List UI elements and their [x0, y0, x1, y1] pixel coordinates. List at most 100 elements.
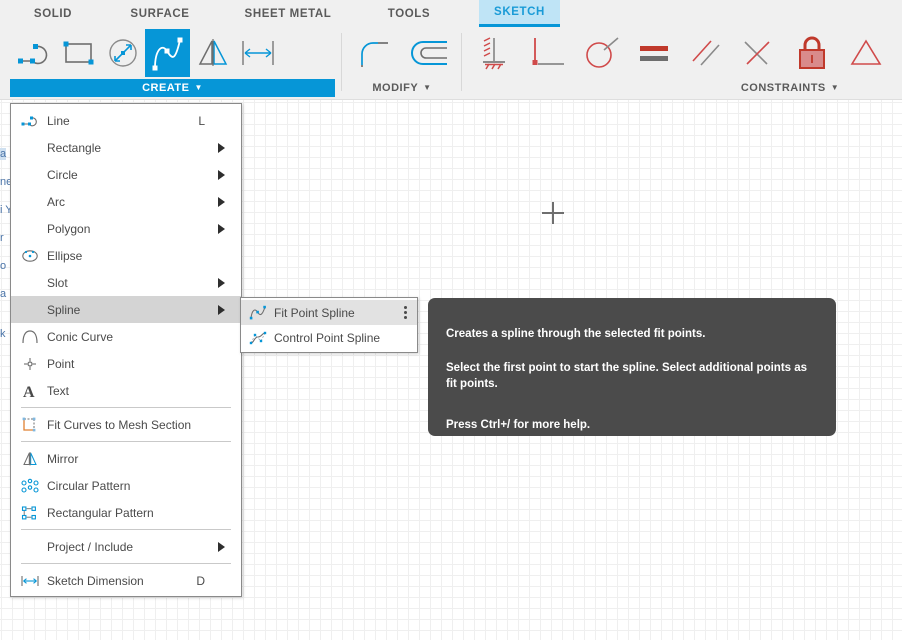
menu-item-rectangle[interactable]: Rectangle: [11, 134, 241, 161]
tab-solid[interactable]: SOLID: [12, 0, 94, 27]
submenu-arrow-icon: [218, 196, 225, 207]
spline-submenu[interactable]: Fit Point Spline Control Point Spline: [240, 297, 418, 353]
menu-item-label: Conic Curve: [47, 329, 114, 344]
fix-unfix-constraint-icon: [799, 36, 825, 69]
menu-item-ellipse[interactable]: Ellipse: [11, 242, 241, 269]
submenu-arrow-icon: [218, 142, 225, 153]
panel-divider-1: [341, 33, 342, 91]
mirror-icon: [19, 448, 41, 470]
tab-sheet-metal[interactable]: SHEET METAL: [224, 0, 352, 27]
ribbon-panels: CREATE ▼ MODIFY ▼ CONSTRAINTS ▼: [0, 27, 902, 100]
submenu-item-label: Fit Point Spline: [274, 305, 355, 320]
tab-surface-label: SURFACE: [130, 7, 190, 20]
constraint-tangent-icon-button[interactable]: [576, 29, 628, 77]
tab-tools-label: TOOLS: [387, 7, 431, 20]
menu-separator: [21, 529, 231, 530]
menu-item-text[interactable]: A Text: [11, 377, 241, 404]
panel-constraints: CONSTRAINTS ▼: [468, 27, 893, 100]
modify-fillet-icon-button[interactable]: [348, 29, 400, 77]
submenu-arrow-icon: [218, 169, 225, 180]
panel-divider-2: [461, 33, 462, 91]
fit-point-spline-icon: [247, 302, 269, 324]
no-icon: [19, 218, 41, 240]
menu-item-spline[interactable]: Spline: [11, 296, 241, 323]
create-sketch-dimension-icon-button[interactable]: [235, 29, 280, 77]
menu-item-label: Slot: [47, 275, 68, 290]
create-line-icon-button[interactable]: [10, 29, 55, 77]
svg-text:A: A: [23, 384, 35, 399]
conic-curve-icon: [19, 326, 41, 348]
menu-item-label: Rectangle: [47, 140, 102, 155]
menu-item-rectangular-pattern[interactable]: Rectangular Pattern: [11, 499, 241, 526]
constraint-fix-icon-button[interactable]: [468, 29, 520, 77]
menu-item-shortcut: L: [198, 113, 205, 128]
menu-separator: [21, 563, 231, 564]
background-text-sliver: a: [0, 288, 7, 300]
constraint-parallel-icon-button[interactable]: [680, 29, 732, 77]
menu-item-mirror[interactable]: Mirror: [11, 445, 241, 472]
background-text-sliver: a: [0, 148, 7, 160]
menu-item-label: Rectangular Pattern: [47, 505, 154, 520]
panel-constraints-label[interactable]: CONSTRAINTS ▼: [724, 79, 856, 97]
line-icon: [19, 110, 41, 132]
menu-item-project-include[interactable]: Project / Include: [11, 533, 241, 560]
overflow-menu-icon[interactable]: [404, 306, 407, 319]
no-icon: [19, 191, 41, 213]
menu-item-circle[interactable]: Circle: [11, 161, 241, 188]
menu-item-circular-pattern[interactable]: Circular Pattern: [11, 472, 241, 499]
equal-constraint-icon: [640, 46, 668, 61]
submenu-item-fit-point-spline[interactable]: Fit Point Spline: [241, 300, 417, 325]
fix-constraint-icon: [483, 37, 505, 70]
rectangle-icon: [63, 41, 93, 65]
menu-item-sketch-dimension[interactable]: Sketch Dimension D: [11, 567, 241, 594]
circle-icon: [108, 39, 137, 67]
menu-item-label: Circular Pattern: [47, 478, 131, 493]
constraint-fix-unfix-icon-button[interactable]: [784, 29, 840, 77]
menu-item-slot[interactable]: Slot: [11, 269, 241, 296]
tooltip-line-1: Creates a spline through the selected fi…: [446, 328, 706, 340]
tab-sketch[interactable]: SKETCH: [479, 0, 560, 27]
panel-create-text: CREATE: [142, 82, 190, 94]
tooltip-line-2: Select the first point to start the spli…: [446, 361, 808, 391]
menu-item-label: Spline: [47, 302, 81, 317]
constraint-symmetry-icon-button[interactable]: [840, 29, 892, 77]
panel-modify: MODIFY ▼: [348, 27, 456, 100]
mirror-icon: [198, 39, 227, 66]
menu-item-arc[interactable]: Arc: [11, 188, 241, 215]
tab-tools[interactable]: TOOLS: [366, 0, 452, 27]
menu-item-label: Point: [47, 356, 75, 371]
chevron-down-icon: ▼: [194, 83, 203, 92]
panel-constraints-text: CONSTRAINTS: [740, 82, 826, 94]
tab-surface[interactable]: SURFACE: [108, 0, 212, 27]
create-dropdown-menu[interactable]: Line L Rectangle Circle Arc Polygon Ellipse Slo…: [10, 103, 242, 597]
constraint-perpendicular-icon-button[interactable]: [732, 29, 784, 77]
menu-item-point[interactable]: Point: [11, 350, 241, 377]
create-mirror-icon-button[interactable]: [190, 29, 235, 77]
menu-item-fit-curves-to-mesh-section[interactable]: Fit Curves to Mesh Section: [11, 411, 241, 438]
menu-separator: [21, 407, 231, 408]
panel-modify-label[interactable]: MODIFY ▼: [348, 79, 456, 97]
constraint-coincident-icon-button[interactable]: [520, 29, 576, 77]
create-spline-icon-button[interactable]: [145, 29, 190, 77]
modify-offset-icon-button[interactable]: [400, 29, 456, 77]
create-circle-icon-button[interactable]: [100, 29, 145, 77]
constraint-equal-icon-button[interactable]: [628, 29, 680, 77]
background-text-sliver: o: [0, 260, 7, 272]
perpendicular-constraint-icon: [744, 41, 770, 65]
chevron-down-icon: ▼: [830, 83, 840, 92]
menu-item-polygon[interactable]: Polygon: [11, 215, 241, 242]
ribbon: SOLID SURFACE SHEET METAL TOOLS SKETCH C…: [0, 0, 902, 100]
panel-create-label[interactable]: CREATE ▼: [10, 79, 335, 97]
circular-pattern-icon: [19, 475, 41, 497]
menu-item-conic-curve[interactable]: Conic Curve: [11, 323, 241, 350]
symmetry-constraint-icon: [850, 39, 882, 65]
submenu-arrow-icon: [218, 541, 225, 552]
submenu-arrow-icon: [218, 223, 225, 234]
no-icon: [19, 137, 41, 159]
control-point-spline-icon: [247, 327, 269, 349]
submenu-item-control-point-spline[interactable]: Control Point Spline: [241, 325, 417, 350]
menu-item-line[interactable]: Line L: [11, 107, 241, 134]
create-rectangle-icon-button[interactable]: [55, 29, 100, 77]
menu-item-label: Polygon: [47, 221, 91, 236]
tooltip-line-3: Press Ctrl+/ for more help.: [446, 419, 591, 432]
